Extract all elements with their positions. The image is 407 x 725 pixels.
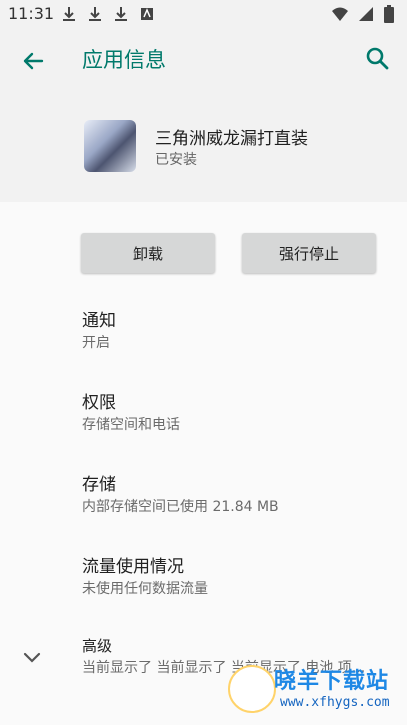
- app-icon: [84, 120, 136, 172]
- wifi-icon: [331, 5, 349, 27]
- status-time: 11:31: [8, 4, 55, 23]
- watermark: 晓羊下载站 www.xfhygs.com: [228, 661, 403, 719]
- download-icon: [60, 5, 78, 23]
- pref-data-usage[interactable]: 流量使用情况 未使用任何数据流量: [0, 552, 407, 622]
- back-button[interactable]: [18, 46, 48, 76]
- pref-permissions[interactable]: 权限 存储空间和电话: [0, 388, 407, 458]
- pref-title: 存储: [82, 475, 116, 495]
- pref-title: 流量使用情况: [82, 557, 184, 577]
- status-left-icons: [60, 5, 156, 23]
- search-icon: [366, 47, 389, 70]
- pref-summary: 存储空间和电话: [82, 417, 180, 433]
- app-bar: 应用信息: [0, 28, 407, 92]
- pref-title: 权限: [82, 393, 116, 413]
- pref-summary: 开启: [82, 335, 110, 351]
- force-stop-button[interactable]: 强行停止: [242, 233, 376, 273]
- signal-icon: [357, 5, 375, 27]
- app-install-status: 已安装: [155, 152, 197, 168]
- chevron-down-icon: [23, 652, 41, 663]
- watermark-logo: [228, 665, 276, 713]
- download-icon: [112, 5, 130, 23]
- app-name: 三角洲威龙漏打直装: [155, 129, 308, 149]
- app-header: 三角洲威龙漏打直装 已安装: [0, 92, 407, 202]
- pref-summary: 内部存储空间已使用 21.84 MB: [82, 499, 279, 515]
- watermark-title: 晓羊下载站: [274, 669, 390, 694]
- arrow-back-icon: [23, 52, 44, 70]
- page-title: 应用信息: [82, 48, 166, 72]
- pref-summary: 未使用任何数据流量: [82, 581, 208, 597]
- battery-icon: [383, 5, 395, 27]
- download-icon: [86, 5, 104, 23]
- status-right-icons: [331, 5, 395, 27]
- search-button[interactable]: [363, 44, 393, 74]
- uninstall-button[interactable]: 卸载: [81, 233, 215, 273]
- advanced-title: 高级: [82, 637, 113, 655]
- notification-icon: [138, 5, 156, 23]
- status-bar: 11:31: [0, 0, 407, 28]
- pref-storage[interactable]: 存储 内部存储空间已使用 21.84 MB: [0, 470, 407, 540]
- watermark-url: www.xfhygs.com: [280, 695, 390, 710]
- pref-title: 通知: [82, 311, 116, 331]
- pref-notifications[interactable]: 通知 开启: [0, 306, 407, 376]
